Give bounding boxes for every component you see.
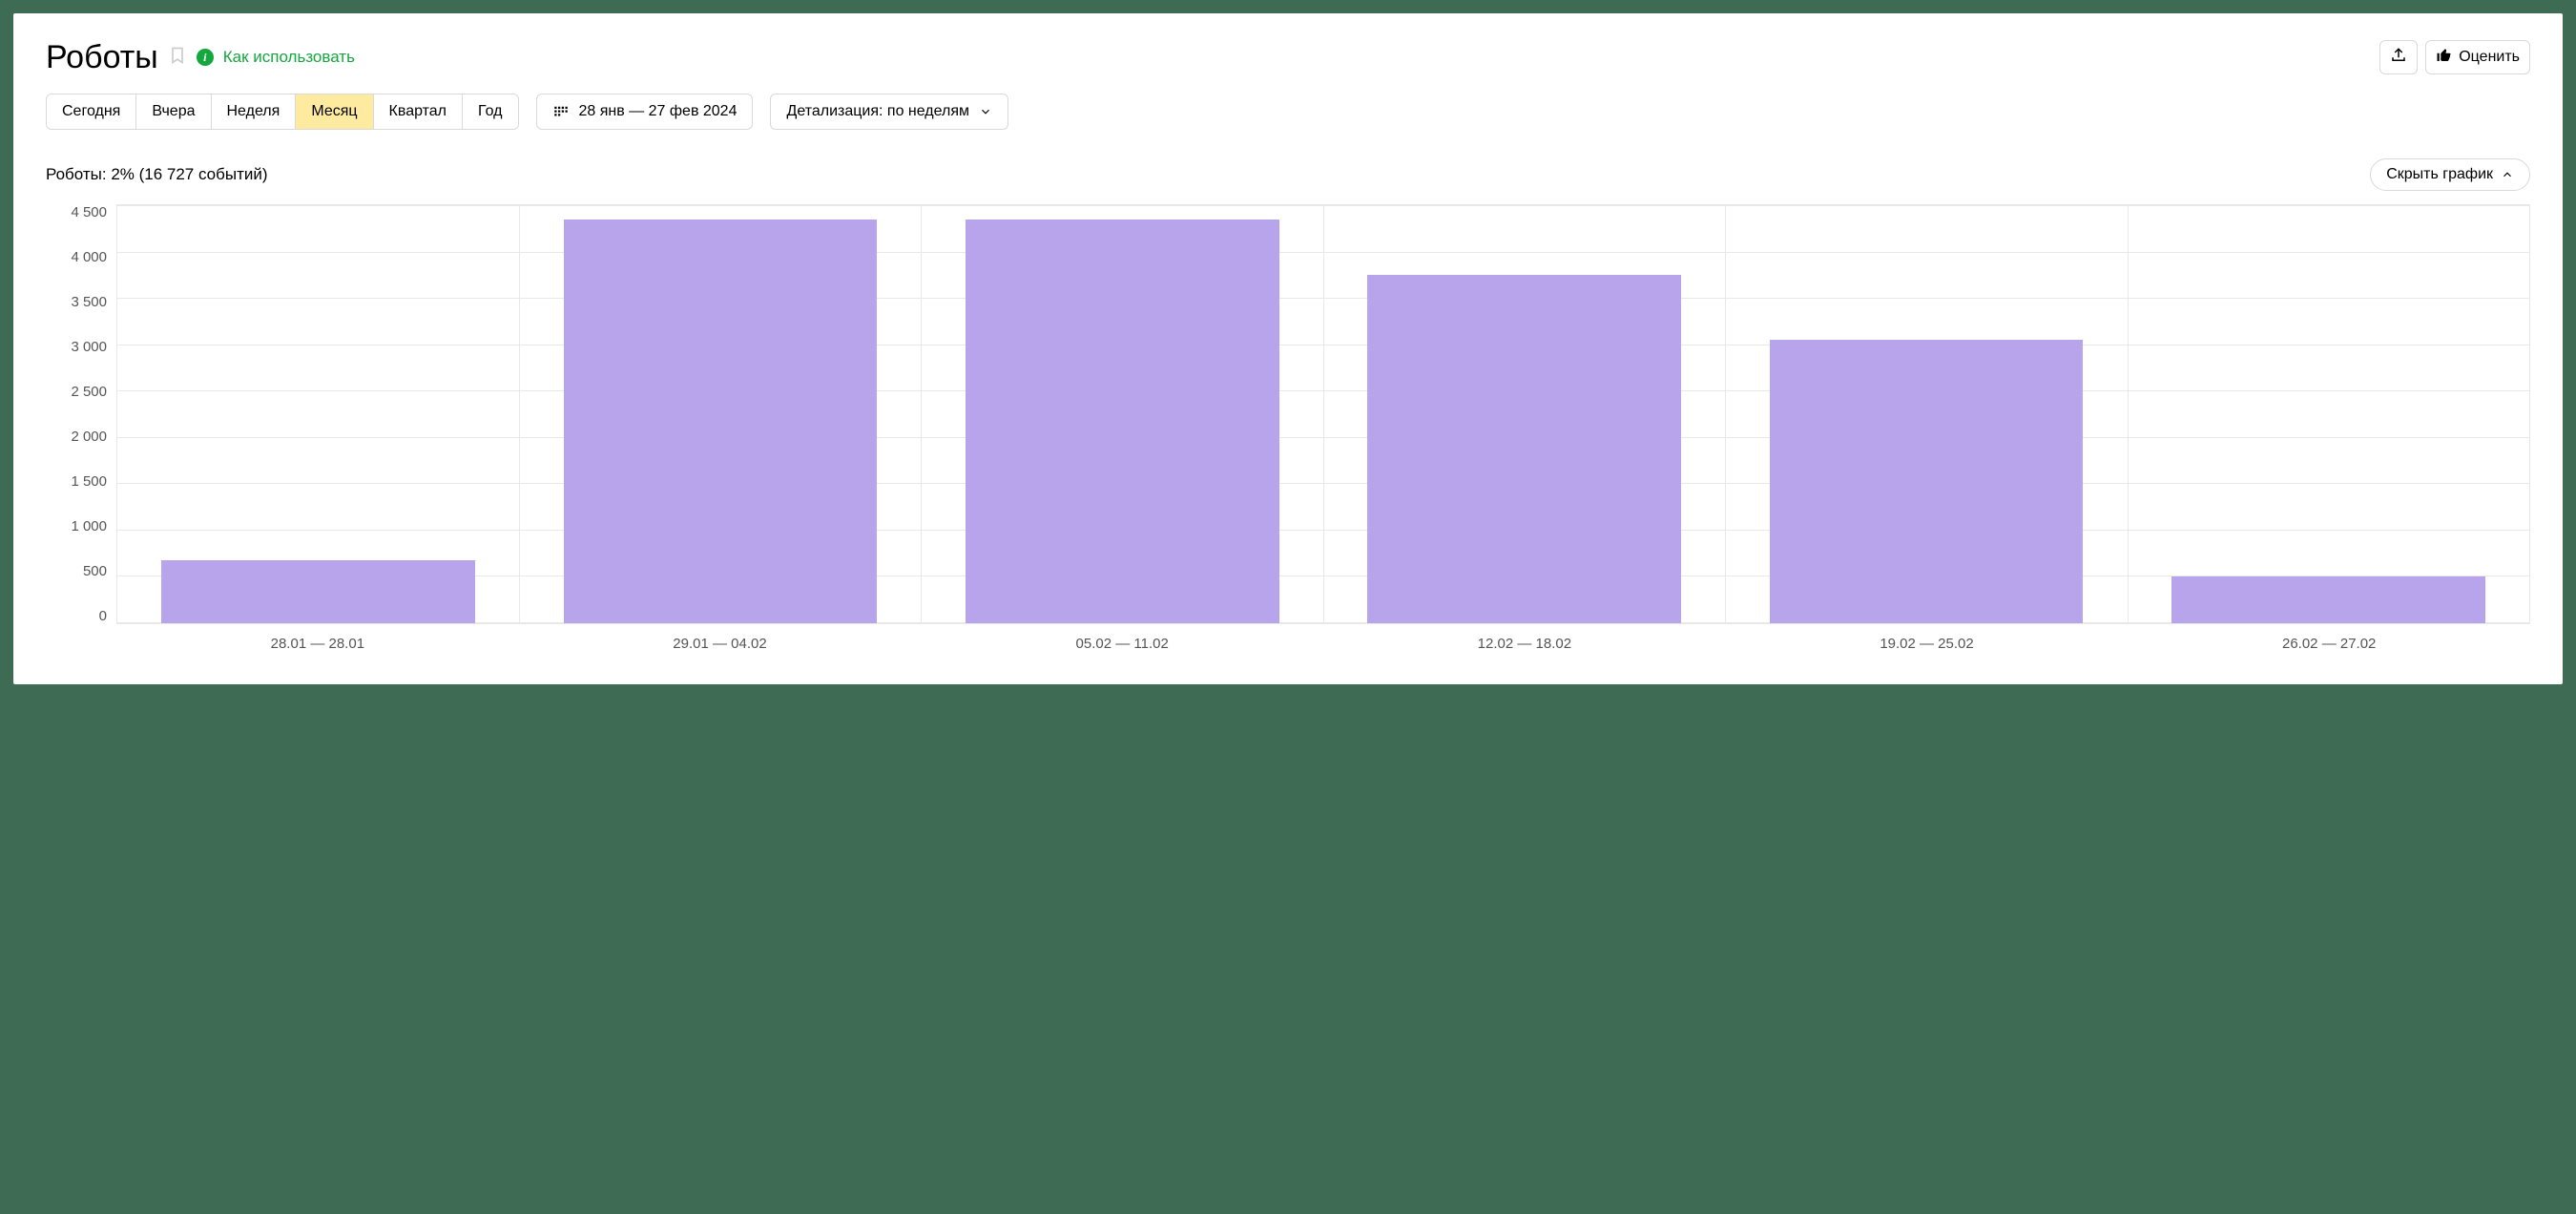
toolbar: СегодняВчераНеделяМесяцКварталГод 28 янв… (46, 94, 2530, 130)
thumbs-icon (2436, 47, 2453, 69)
y-tick: 2 000 (71, 429, 107, 445)
bar[interactable] (564, 220, 878, 623)
y-tick: 500 (83, 563, 107, 579)
chart: 4 500 4 000 3 500 3 000 2 500 2 000 1 500 1 000… (46, 204, 2530, 652)
period-Неделя[interactable]: Неделя (212, 94, 297, 129)
bookmark-icon[interactable] (168, 46, 187, 69)
toggle-chart-label: Скрыть график (2386, 166, 2493, 183)
chart-body: 4 500 4 000 3 500 3 000 2 500 2 000 1 500 1 000… (46, 204, 2530, 624)
header-row: Роботы i Как использовать Оценить (46, 40, 2530, 74)
detail-button[interactable]: Детализация: по неделям (770, 94, 1008, 130)
toggle-chart-button[interactable]: Скрыть график (2370, 158, 2530, 191)
bar[interactable] (1367, 275, 1681, 623)
y-tick: 3 000 (71, 339, 107, 355)
chevron-up-icon (2501, 168, 2514, 181)
rate-button[interactable]: Оценить (2425, 40, 2530, 74)
page: Роботы i Как использовать Оценить Сегодн… (13, 13, 2563, 684)
period-Месяц[interactable]: Месяц (296, 94, 373, 129)
bar[interactable] (1770, 340, 2084, 623)
x-tick: 26.02 — 27.02 (2128, 636, 2530, 652)
bar[interactable] (161, 560, 475, 623)
summary-row: Роботы: 2% (16 727 событий) Скрыть графи… (46, 158, 2530, 191)
export-button[interactable] (2379, 40, 2418, 74)
bar[interactable] (966, 220, 1279, 623)
export-icon (2390, 47, 2407, 69)
y-tick: 4 000 (71, 249, 107, 265)
y-tick: 2 500 (71, 384, 107, 400)
bar[interactable] (2171, 576, 2485, 623)
info-icon: i (197, 49, 214, 66)
bar-slot (519, 205, 921, 623)
plot-area (116, 204, 2530, 624)
date-range-label: 28 янв — 27 фев 2024 (579, 103, 737, 120)
bar-slot (922, 205, 1323, 623)
x-tick: 28.01 — 28.01 (116, 636, 519, 652)
rate-label: Оценить (2459, 49, 2520, 66)
chevron-down-icon (979, 105, 992, 118)
title-group: Роботы i Как использовать (46, 41, 355, 73)
y-tick: 1 000 (71, 518, 107, 534)
x-tick: 12.02 — 18.02 (1323, 636, 1726, 652)
calendar-icon (552, 103, 570, 120)
x-tick: 19.02 — 25.02 (1726, 636, 2129, 652)
x-axis: 28.01 — 28.0129.01 — 04.0205.02 — 11.021… (116, 636, 2530, 652)
period-segmented: СегодняВчераНеделяМесяцКварталГод (46, 94, 519, 130)
header-actions: Оценить (2379, 40, 2530, 74)
detail-label: Детализация: по неделям (786, 103, 969, 120)
summary-text: Роботы: 2% (16 727 событий) (46, 165, 268, 184)
period-Сегодня[interactable]: Сегодня (47, 94, 136, 129)
page-title: Роботы (46, 41, 158, 73)
bar-slot (1725, 205, 2127, 623)
x-tick: 05.02 — 11.02 (921, 636, 1323, 652)
x-tick: 29.01 — 04.02 (519, 636, 922, 652)
bar-slot (1323, 205, 1725, 623)
y-tick: 0 (99, 608, 107, 624)
period-Квартал[interactable]: Квартал (374, 94, 463, 129)
y-tick: 1 500 (71, 473, 107, 490)
y-axis: 4 500 4 000 3 500 3 000 2 500 2 000 1 500 1 000… (46, 204, 116, 624)
y-tick: 4 500 (71, 204, 107, 220)
period-Год[interactable]: Год (463, 94, 517, 129)
date-range-button[interactable]: 28 янв — 27 фев 2024 (536, 94, 754, 130)
y-tick: 3 500 (71, 294, 107, 310)
period-Вчера[interactable]: Вчера (136, 94, 211, 129)
bar-slot (117, 205, 519, 623)
bars-layer (117, 205, 2529, 623)
howto-link[interactable]: Как использовать (223, 48, 355, 67)
bar-slot (2128, 205, 2529, 623)
